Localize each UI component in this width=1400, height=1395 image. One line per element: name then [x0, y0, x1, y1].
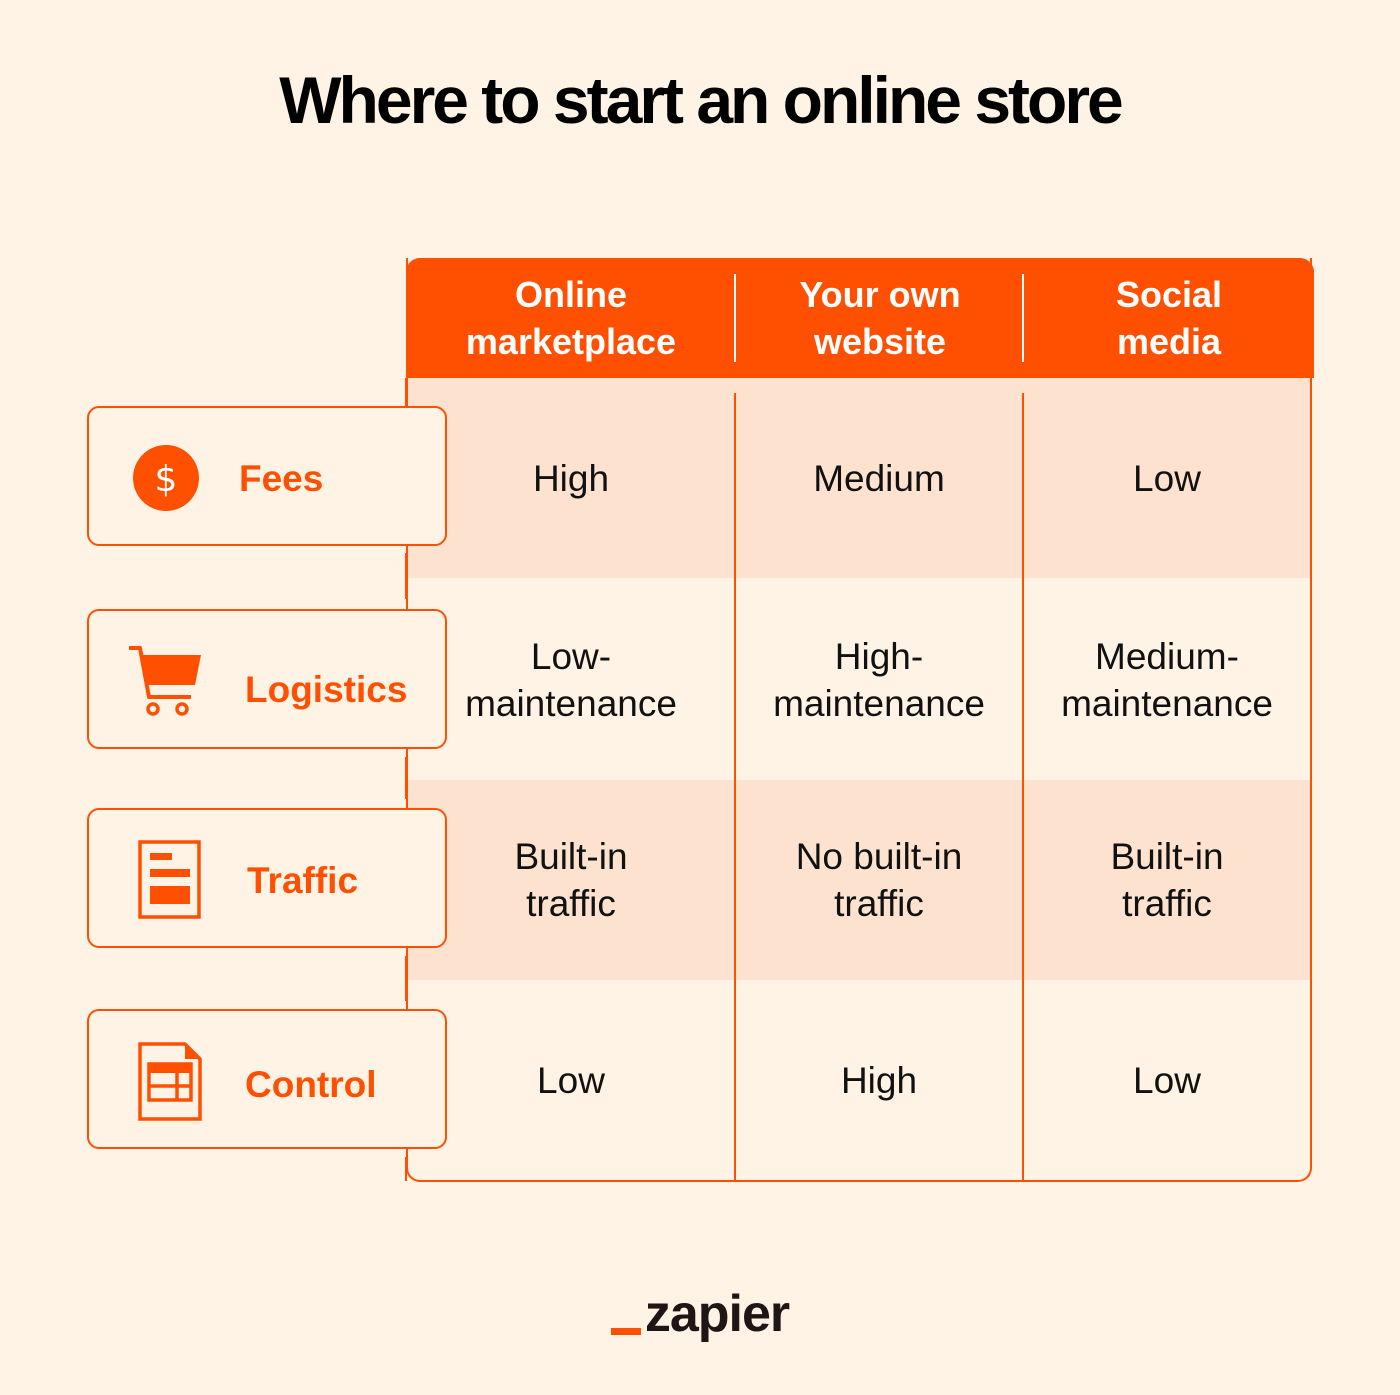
row-label-text: Fees: [239, 458, 324, 499]
row-label-text: Logistics: [245, 669, 408, 710]
cell-value: High- maintenance: [773, 635, 985, 724]
table-cell: Low- maintenance: [408, 579, 734, 780]
table-cell: Low: [408, 980, 734, 1180]
row-label-text: Traffic: [247, 860, 359, 901]
row-label-control: Control: [87, 1009, 447, 1149]
logo-text: zapier: [644, 1285, 790, 1343]
document-icon: [138, 840, 201, 919]
table-cell: Low: [1024, 980, 1310, 1180]
cell-value: High: [840, 1059, 918, 1101]
table-cell: No built-in traffic: [736, 780, 1022, 980]
connector-line: [405, 757, 407, 799]
zapier-logo: zapier: [0, 1284, 1400, 1344]
column-header-social-media: Social media: [1115, 274, 1223, 362]
row-label-logistics: Logistics: [87, 609, 447, 749]
connector-line: [405, 956, 407, 1001]
cell-value: Low: [1133, 457, 1201, 499]
logo-underscore: [610, 1328, 641, 1335]
column-header-own-website: Your own website: [799, 274, 961, 362]
row-label-text: Control: [245, 1064, 377, 1105]
cell-value: Low- maintenance: [465, 635, 677, 724]
row-label-traffic: Traffic: [87, 808, 447, 948]
cell-value: Low: [1133, 1059, 1201, 1101]
connector-line: [405, 1157, 407, 1181]
connector-line: [405, 378, 407, 406]
table-header: Online marketplace Your own website Social…: [406, 258, 1314, 378]
svg-text:$: $: [155, 459, 178, 500]
dollar-icon: $: [133, 445, 199, 511]
shopping-cart-icon: [129, 646, 201, 716]
connector-line: [405, 553, 407, 599]
table-cell: Low: [1024, 378, 1310, 578]
cell-value: Medium: [813, 457, 945, 499]
cell-value: Medium- maintenance: [1061, 635, 1273, 724]
table-cell: Built-in traffic: [408, 780, 734, 980]
table-cell: High- maintenance: [736, 579, 1022, 780]
cell-value: High: [532, 457, 610, 499]
column-header-online-marketplace: Online marketplace: [465, 274, 677, 362]
cell-value: No built-in traffic: [795, 836, 963, 924]
spreadsheet-icon: [138, 1042, 202, 1121]
cell-value: Built-in traffic: [1110, 836, 1224, 924]
cell-value: Low: [537, 1059, 605, 1101]
table-cell: Medium- maintenance: [1024, 579, 1310, 780]
table-cell: Built-in traffic: [1024, 780, 1310, 980]
row-label-fees: $ Fees: [87, 406, 447, 546]
page-title: Where to start an online store: [279, 63, 1123, 137]
table-cell: High: [736, 980, 1022, 1180]
table-cell: High: [408, 378, 734, 578]
cell-value: Built-in traffic: [514, 836, 628, 924]
table-cell: Medium: [736, 378, 1022, 578]
